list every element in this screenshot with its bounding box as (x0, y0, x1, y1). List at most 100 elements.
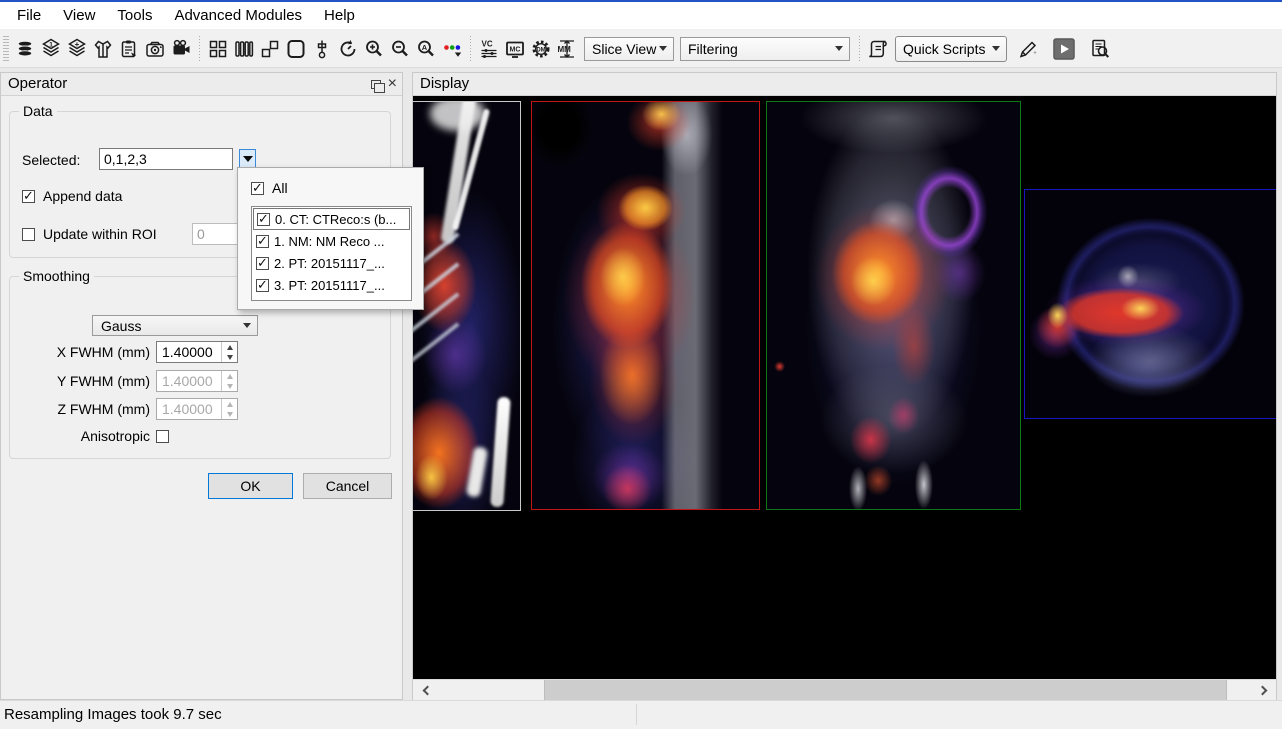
dm-gear-icon[interactable]: DM (528, 35, 554, 62)
toolbar-separator (470, 36, 471, 62)
y-fwhm-spinbox: 1.40000 (156, 370, 238, 392)
mixed-layout-icon[interactable] (257, 35, 283, 62)
viewport-sagittal-fusion[interactable] (531, 101, 760, 510)
y-fwhm-value: 1.40000 (157, 371, 221, 391)
menu-view[interactable]: View (52, 2, 106, 30)
viewport-axial-fusion[interactable] (1024, 189, 1276, 419)
item-checkbox[interactable] (256, 257, 269, 270)
spin-down-icon (222, 409, 237, 419)
operator-panel-header: Operator (1, 73, 402, 96)
svg-text:MM: MM (558, 45, 572, 54)
zoom-out-icon[interactable] (387, 35, 413, 62)
zoom-auto-icon[interactable]: A (413, 35, 439, 62)
mm-measure-icon[interactable]: MM (554, 35, 580, 62)
x-fwhm-value: 1.40000 (157, 342, 221, 362)
load-layer-one-icon[interactable]: 1 (38, 35, 64, 62)
item-checkbox[interactable] (256, 279, 269, 292)
reset-view-icon[interactable] (335, 35, 361, 62)
display-panel-header: Display (413, 73, 1276, 96)
list-item[interactable]: 3. PT: 20151117_... (253, 274, 410, 296)
ok-button[interactable]: OK (208, 473, 293, 499)
filtering-combo-value: Filtering (688, 41, 738, 57)
item-checkbox[interactable] (256, 235, 269, 248)
dropdown-arrow-icon (243, 156, 253, 162)
anisotropic-checkbox[interactable] (156, 430, 169, 443)
spin-down-icon[interactable] (222, 352, 237, 362)
close-panel-icon[interactable] (388, 73, 397, 95)
smoothing-method-value: Gauss (101, 318, 141, 334)
status-message: Resampling Images took 9.7 sec (4, 706, 222, 723)
list-item[interactable]: 2. PT: 20151117_... (253, 252, 410, 274)
viewport-coronal-fusion[interactable] (766, 101, 1021, 510)
append-data-checkbox[interactable] (22, 190, 35, 203)
data-manager-icon[interactable] (12, 35, 38, 62)
list-item[interactable]: 0. CT: CTReco:s (b... (253, 208, 410, 230)
color-mode-icon[interactable] (439, 35, 465, 62)
y-fwhm-label: Y FWHM (mm) (15, 373, 150, 389)
scrollbar-track[interactable] (1227, 680, 1251, 700)
ct-rib (413, 322, 459, 365)
update-within-roi-checkbox[interactable] (22, 228, 35, 241)
toolbar-separator (859, 36, 860, 62)
list-item[interactable]: 1. NM: NM Reco ... (253, 230, 410, 252)
add-layer-icon[interactable]: + (64, 35, 90, 62)
svg-text:+: + (75, 39, 80, 48)
display-canvas[interactable] (413, 96, 1276, 679)
scroll-right-button[interactable] (1251, 680, 1276, 700)
chevron-down-icon (243, 323, 251, 328)
toolbar-drag-handle[interactable] (3, 36, 9, 62)
scrollbar-thumb[interactable] (544, 680, 1227, 700)
slice-view-combo[interactable]: Slice View (584, 37, 674, 61)
edit-script-pencil-icon[interactable] (1015, 35, 1041, 62)
menu-advanced-modules[interactable]: Advanced Modules (163, 2, 313, 30)
data-list: 0. CT: CTReco:s (b... 1. NM: NM Reco ...… (251, 206, 412, 301)
cancel-button[interactable]: Cancel (303, 473, 392, 499)
scrollbar-track[interactable] (438, 680, 544, 700)
display-panel-title: Display (420, 75, 469, 92)
menu-file[interactable]: File (6, 2, 52, 30)
data-selection-popup: All 0. CT: CTReco:s (b... 1. NM: NM Reco… (237, 167, 424, 310)
snapshot-camera-icon[interactable] (142, 35, 168, 62)
mc-monitor-icon[interactable]: MC (502, 35, 528, 62)
menu-help[interactable]: Help (313, 2, 366, 30)
svg-text:DM: DM (536, 47, 545, 53)
column-layout-icon[interactable] (231, 35, 257, 62)
grid-layout-icon[interactable] (205, 35, 231, 62)
menu-tools[interactable]: Tools (106, 2, 163, 30)
viewport-sagittal-ct[interactable] (413, 101, 521, 511)
item-checkbox[interactable] (257, 213, 270, 226)
display-dock-panel: Display (412, 72, 1277, 700)
smoothing-group-title: Smoothing (19, 268, 94, 284)
chevron-down-icon (659, 46, 667, 51)
single-view-icon[interactable] (283, 35, 309, 62)
status-bar: Resampling Images took 9.7 sec (0, 700, 1282, 729)
z-fwhm-spinbox: 1.40000 (156, 398, 238, 420)
smoothing-method-combo[interactable]: Gauss (92, 315, 258, 336)
script-scroll-icon[interactable] (865, 35, 891, 62)
selected-input[interactable] (99, 148, 233, 170)
svg-text:1: 1 (49, 41, 53, 48)
probe-tool-icon[interactable] (309, 35, 335, 62)
movie-camera-icon[interactable] (168, 35, 194, 62)
ct-femur-bone (490, 397, 511, 508)
filtering-combo[interactable]: Filtering (680, 37, 850, 61)
horizontal-scrollbar[interactable] (413, 679, 1276, 700)
zoom-in-icon[interactable] (361, 35, 387, 62)
script-log-search-icon[interactable] (1087, 35, 1113, 62)
vc-controls-icon[interactable]: VC (476, 35, 502, 62)
float-panel-icon[interactable] (371, 80, 381, 89)
scroll-left-button[interactable] (413, 680, 438, 700)
x-fwhm-spinbox[interactable]: 1.40000 (156, 341, 238, 363)
all-checkbox[interactable] (251, 182, 264, 195)
spin-up-icon (222, 399, 237, 409)
report-clipboard-icon[interactable] (116, 35, 142, 62)
quick-scripts-combo[interactable]: Quick Scripts (895, 36, 1007, 62)
subject-icon[interactable] (90, 35, 116, 62)
item-label: 1. NM: NM Reco ... (274, 234, 385, 249)
spin-up-icon[interactable] (222, 342, 237, 352)
toolbar-separator (199, 36, 200, 62)
run-script-play-icon[interactable] (1051, 35, 1077, 62)
slice-view-combo-value: Slice View (592, 41, 656, 57)
data-group-title: Data (19, 103, 57, 119)
selected-dropdown-button[interactable] (239, 149, 256, 169)
